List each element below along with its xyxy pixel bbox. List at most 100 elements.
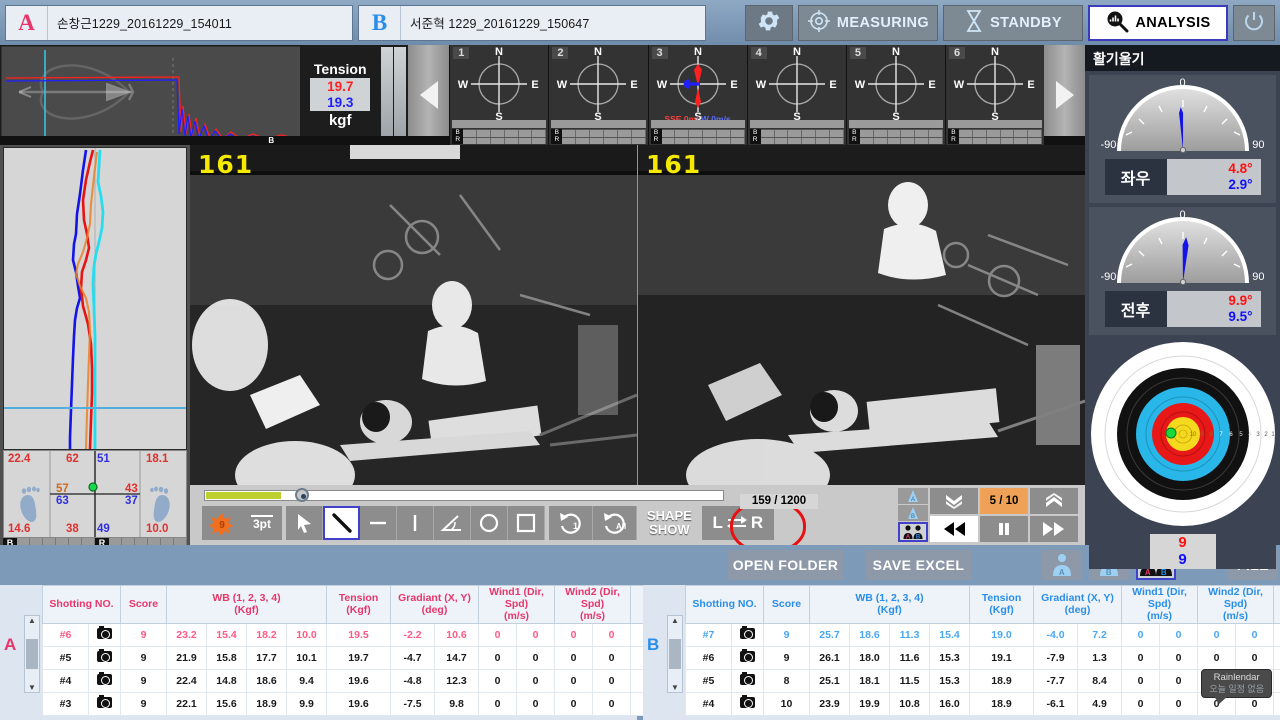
angle-tool-button[interactable]	[434, 506, 471, 540]
person-a-button[interactable]: A	[1042, 550, 1082, 580]
camera-icon[interactable]	[740, 695, 755, 709]
step-down-button[interactable]	[930, 488, 978, 514]
wind-compass-3[interactable]: 3 N S E W SSE 0m/ W 0m/s BR	[647, 45, 747, 145]
playback-control-bar: 9 3pt 1 All SHAPE SHOW L R A B A B 5 / 1…	[190, 485, 1085, 554]
shape-show-toggle[interactable]: SHAPE SHOW	[641, 509, 698, 536]
measuring-button[interactable]: MEASURING	[798, 4, 938, 41]
cell-wind1-spd: 0	[516, 646, 556, 671]
file-slot-a[interactable]: A 손창근1229_20161229_154011	[5, 4, 353, 41]
cell-tension: 19.6	[326, 669, 392, 694]
table-a-scrollbar[interactable]: ▲ ▼	[24, 615, 40, 693]
slot-a-filename: 손창근1229_20161229_154011	[57, 17, 232, 31]
video-panel-a[interactable]: 161	[190, 145, 637, 485]
settings-button[interactable]	[745, 4, 793, 41]
compass-3-strip	[650, 120, 745, 128]
circle-tool-button[interactable]	[471, 506, 508, 540]
wind-compass-4[interactable]: 4 N S E W BR	[746, 45, 846, 145]
tooltip-tail	[1214, 696, 1229, 704]
timeline-scrubber[interactable]	[204, 488, 724, 502]
wind-compass-6[interactable]: 6 N S E W BR	[944, 45, 1045, 145]
cell-wind1-dir: 0	[478, 669, 518, 694]
analysis-button[interactable]: ANALYSIS	[1088, 4, 1228, 41]
table-row[interactable]: #7 9 25.7 18.6 11.3 15.4 19.0 -4.0 7.2 0 0 0 0	[685, 623, 1280, 648]
table-row[interactable]: #4 10 23.9 19.9 10.8 16.0 18.9 -6.1 4.9 0 0 0 0	[685, 692, 1280, 717]
open-folder-button[interactable]: OPEN FOLDER	[728, 550, 843, 580]
pen-width-button[interactable]: 3pt	[242, 506, 282, 540]
rewind-button[interactable]	[930, 516, 978, 542]
swap-lr-button[interactable]: L R	[701, 506, 774, 540]
svg-text:All: All	[616, 522, 626, 531]
save-excel-button[interactable]: SAVE EXCEL	[866, 550, 971, 580]
stance-bot-mid-red: 38	[66, 523, 79, 535]
scroll-up-arrow-icon[interactable]: ▲	[671, 616, 679, 625]
undo-one-button[interactable]: 1	[549, 506, 593, 540]
prev-sensor-page-button[interactable]	[408, 45, 450, 145]
view-mode-b-button[interactable]: B	[898, 505, 928, 521]
table-b-scrollbar[interactable]: ▲ ▼	[667, 615, 683, 693]
select-tool-button[interactable]	[286, 506, 323, 540]
camera-icon[interactable]	[97, 649, 112, 663]
scroll-thumb[interactable]	[26, 639, 38, 669]
fast-forward-button[interactable]	[1030, 516, 1078, 542]
chevron-right-icon	[1055, 81, 1074, 109]
th-wind1-a: Wind1 (Dir, Spd) (m/s)	[478, 584, 556, 625]
vertical-line-tool-button[interactable]	[397, 506, 434, 540]
view-mode-ab-button[interactable]: AB	[898, 522, 928, 542]
cell-camera	[731, 669, 764, 694]
scroll-down-arrow-icon[interactable]: ▼	[28, 683, 36, 692]
camera-icon[interactable]	[740, 649, 755, 663]
table-row[interactable]: #5 9 21.9 15.8 17.7 10.1 19.7 -4.7 14.7 0 0 0 0	[42, 646, 655, 671]
cell-gradiant-y: 12.3	[434, 669, 480, 694]
scroll-thumb[interactable]	[669, 639, 681, 669]
target-face-panel[interactable]: 10 9 8 76 54 321 9 9	[1089, 339, 1276, 569]
cop-trace-graph	[3, 147, 187, 450]
play-counter[interactable]: 5 / 10	[980, 488, 1028, 514]
table-row[interactable]: #6 9 23.2 15.4 18.2 10.0 19.5 -2.2 10.6 0 0 0 0	[42, 623, 655, 648]
camera-icon[interactable]	[97, 695, 112, 709]
wind-compass-2[interactable]: 2 N S E W BR	[548, 45, 648, 145]
next-sensor-page-button[interactable]	[1044, 45, 1085, 145]
cell-wb-1: 22.4	[166, 669, 207, 694]
horizontal-line-tool-button[interactable]	[360, 506, 397, 540]
step-up-button[interactable]	[1030, 488, 1078, 514]
camera-icon[interactable]	[97, 626, 112, 640]
diagonal-line-tool-button[interactable]	[323, 506, 360, 540]
gauge-lr-max-label: 90	[1252, 139, 1265, 151]
wind-compass-5[interactable]: 5 N S E W BR	[845, 45, 945, 145]
camera-icon[interactable]	[97, 672, 112, 686]
sensor-row: Tension 19.7 19.3 kgf B R 1 N	[0, 45, 1085, 145]
camera-icon[interactable]	[740, 626, 755, 640]
standby-button[interactable]: STANDBY	[943, 4, 1083, 41]
cell-wb-1: 25.7	[809, 623, 850, 648]
cell-wind2-spd: 0	[592, 646, 632, 671]
undo-all-button[interactable]: All	[593, 506, 637, 540]
gauge-fb-readout: 전후 9.9° 9.5°	[1104, 291, 1261, 327]
camera-icon[interactable]	[740, 672, 755, 686]
cell-gradiant-y: 8.4	[1077, 669, 1123, 694]
table-row[interactable]: #3 9 22.1 15.6 18.9 9.9 19.6 -7.5 9.8 0 0 0 0	[42, 692, 655, 717]
table-row[interactable]: #6 9 26.1 18.0 11.6 15.3 19.1 -7.9 1.3 0 0 0 0	[685, 646, 1280, 671]
cell-spacer	[1273, 669, 1280, 694]
table-a-body: #6 9 23.2 15.4 18.2 10.0 19.5 -2.2 10.6 0 0 0 0 #5 9 21…	[42, 623, 655, 717]
view-mode-a-button[interactable]: A	[898, 488, 928, 504]
analysis-label: ANALYSIS	[1135, 14, 1211, 31]
timeline-knob[interactable]	[295, 488, 309, 502]
power-button[interactable]	[1233, 4, 1275, 41]
table-row[interactable]: #4 9 22.4 14.8 18.6 9.4 19.6 -4.8 12.3 0 0 0 0	[42, 669, 655, 694]
gauge-fb-max-label: 90	[1252, 271, 1265, 283]
table-row[interactable]: #5825.118.111.515.318.9-7.78.40000	[685, 669, 1280, 694]
file-slot-b[interactable]: B 서준혁 1229_20161229_150647	[358, 4, 706, 41]
wind-compass-1[interactable]: 1 N S E W BR	[449, 45, 549, 145]
scroll-up-arrow-icon[interactable]: ▲	[28, 616, 36, 625]
cell-wind2-spd: 0	[1235, 623, 1275, 648]
tension-unit: kgf	[328, 112, 352, 130]
scroll-down-arrow-icon[interactable]: ▼	[671, 683, 679, 692]
rectangle-tool-button[interactable]	[508, 506, 545, 540]
cell-tension: 19.5	[326, 623, 392, 648]
color-splat-button[interactable]: 9	[202, 506, 242, 540]
slot-a-letter: A	[6, 5, 48, 40]
pause-button[interactable]	[980, 516, 1028, 542]
stance-bot-right: 10.0	[146, 523, 169, 535]
video-a-frame-number: 161	[198, 150, 254, 179]
video-panel-b[interactable]: 161	[638, 145, 1085, 485]
